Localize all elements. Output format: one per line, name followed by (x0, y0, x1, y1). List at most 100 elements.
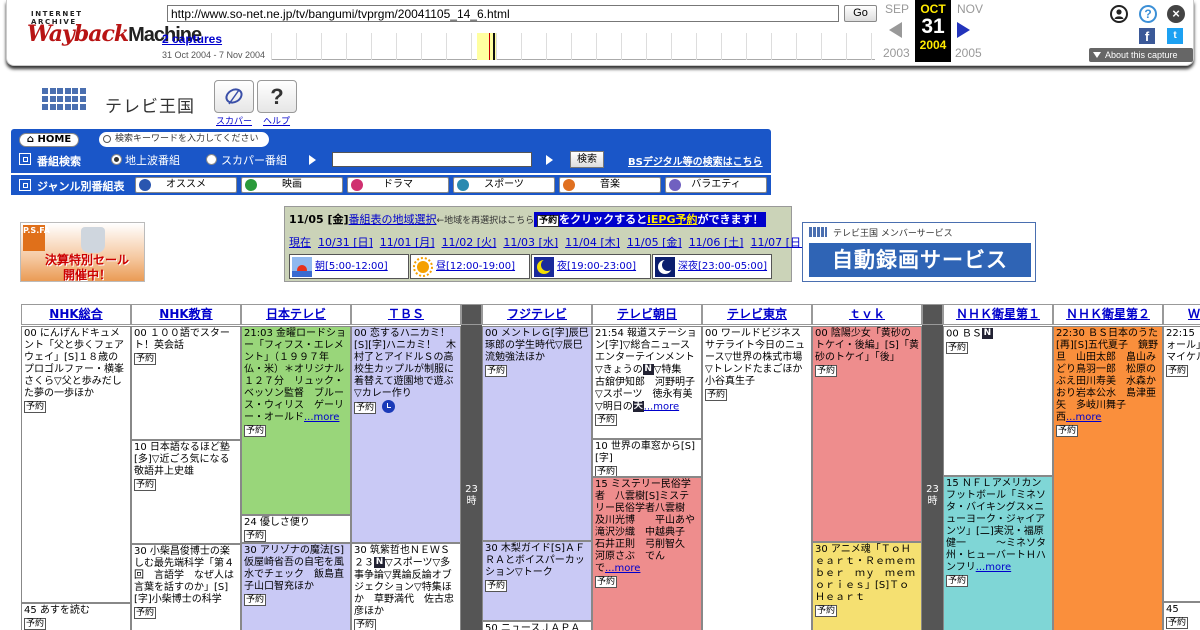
program-cell[interactable]: 30 アリゾナの魔法[S]仮屋崎省吾の自宅を風水でチェック 飯島直子山口智充ほか… (241, 543, 351, 630)
yoyaku-button[interactable]: 予約 (1166, 617, 1189, 629)
day-link[interactable]: 11/02 [火] (442, 236, 497, 249)
program-cell[interactable]: 30 小柴昌俊博士の楽しむ最先端科学「第４回 言語学 なぜ人は言葉を話すのか」[… (131, 544, 241, 630)
channel-link[interactable]: ＮＨＫ衛星第２ (1066, 307, 1150, 321)
yoyaku-button[interactable]: 予約 (244, 594, 267, 606)
genre-button-sports[interactable]: スポーツ (453, 177, 555, 193)
channel-link[interactable]: ＷＯＷＯＷ (1188, 307, 1200, 321)
psfa-sale-banner[interactable]: P.S.FA 決算特別セール 開催中！ (20, 222, 145, 282)
yoyaku-button[interactable]: 予約 (595, 466, 618, 476)
channel-link[interactable]: NHK総合 (49, 307, 102, 321)
channel-link[interactable]: テレビ朝日 (617, 307, 677, 321)
close-icon[interactable]: × (1167, 5, 1185, 23)
yoyaku-button[interactable]: 予約 (595, 414, 618, 426)
program-cell[interactable]: 21:54 報道ステーション[字]▽総合ニュースエンターテインメント ▽きょうの… (592, 326, 702, 439)
program-cell[interactable]: 00 メントレＧ[字]辰巳琢郎の学生時代▽辰巳流勉強法ほか 予約 (482, 326, 592, 541)
more-link[interactable]: ...more (304, 412, 339, 423)
search-button[interactable]: 検索 (570, 151, 604, 168)
yoyaku-button[interactable]: 予約 (485, 365, 508, 377)
bs-search-link[interactable]: BSデジタル等の検索はこちら (628, 153, 763, 168)
day-link[interactable]: 10/31 [日] (318, 236, 373, 249)
channel-link[interactable]: テレビ東京 (727, 307, 787, 321)
user-icon[interactable] (1110, 5, 1128, 23)
about-capture-button[interactable]: About this capture (1089, 48, 1193, 62)
program-cell[interactable]: 24 優しさ便り 予約 (241, 515, 351, 543)
program-cell[interactable]: 30 筑紫哲也ＮＥＷＳ２３ N ▽スポーツ▽多事争論▽異論反論オブジェクション▽特集… (351, 543, 461, 630)
program-cell[interactable]: 15 ＮＦＬアメリカンフットボール「ミネソタ・バイキングス×ニューヨーク・ジャイ… (943, 476, 1053, 630)
program-cell[interactable]: 10 日本語なるほど塾[多]▽近ごろ気になる敬語井上史雄 予約 (131, 440, 241, 544)
auto-record-banner[interactable]: テレビ王国 メンバーサービス 自動録画サービス (802, 222, 1036, 282)
time-slot[interactable]: 朝[5:00-12:00] (289, 254, 409, 279)
program-cell[interactable]: 22:30 ＢＳ日本のうた[再][S]五代夏子 鏡野旦 山田太郎 畠山みどり鳥羽… (1053, 326, 1163, 630)
program-cell[interactable]: 45 予約 (1163, 602, 1200, 630)
program-cell[interactable]: 00 恋するハニカミ！[S][字]ハニカミ！ 木村了とアイドルＳの高校生カップル… (351, 326, 461, 543)
time-slot[interactable]: 昼[12:00-19:00] (410, 254, 530, 279)
program-cell[interactable]: 21:03 金曜ロードショー「フィフス・エレメント」（１９９７年仏・米）＊オリジ… (241, 326, 351, 515)
channel-link[interactable]: ｔｖｋ (849, 307, 885, 321)
day-link[interactable]: 現在 (289, 236, 311, 249)
genre-button-movie[interactable]: 映画 (241, 177, 343, 193)
channel-link[interactable]: NHK教育 (159, 307, 212, 321)
yoyaku-button[interactable]: 予約 (815, 605, 838, 617)
program-cell[interactable]: 00 陰陽少女「黄砂のトケイ・後編」[S]「黄砂のトケイ」「後」 予約 (812, 326, 922, 542)
next-year[interactable]: 2005 (955, 46, 982, 60)
tv-oukoku-logo-icon[interactable] (42, 88, 88, 114)
twitter-icon[interactable]: t (1167, 28, 1183, 44)
yoyaku-button[interactable]: 予約 (134, 479, 157, 491)
more-link[interactable]: ...more (644, 401, 679, 412)
program-cell[interactable]: 50 ニュースＪＡＰＡＮ予約 (482, 621, 592, 630)
genre-button-music[interactable]: 音楽 (559, 177, 661, 193)
prev-arrow-icon[interactable] (889, 22, 902, 38)
day-link[interactable]: 11/01 [月] (380, 236, 435, 249)
more-link[interactable]: ...more (976, 562, 1011, 573)
yoyaku-button[interactable]: 予約 (244, 425, 267, 437)
skapa-label[interactable]: スカパー (216, 114, 252, 127)
region-select-link[interactable]: 番組表の地域選択 (349, 213, 437, 226)
yoyaku-button[interactable]: 予約 (1166, 365, 1189, 377)
yoyaku-button[interactable]: 予約 (815, 365, 838, 377)
channel-link[interactable]: ＮＨＫ衛星第１ (956, 307, 1040, 321)
more-link[interactable]: ...more (605, 563, 640, 574)
day-link[interactable]: 11/06 [土] (689, 236, 744, 249)
program-cell[interactable]: 30 アニメ魂「ＴｏＨｅａｒｔ・Ｒｅｍｅｍｂｅｒ ｍｙ ｍｅｍｏｒｉｅｓ」[S]… (812, 542, 922, 630)
time-slot[interactable]: 深夜[23:00-05:00] (652, 254, 772, 279)
yoyaku-button[interactable]: 予約 (705, 389, 728, 401)
program-cell[interactable]: 10 世界の車窓から[S][字] 予約 (592, 439, 702, 477)
radio-terrestrial[interactable] (111, 154, 122, 165)
captures-link[interactable]: 2 captures (162, 32, 222, 46)
yoyaku-button[interactable]: 予約 (595, 576, 618, 588)
skapa-button[interactable] (214, 80, 254, 113)
next-arrow-icon[interactable] (957, 22, 970, 38)
yoyaku-button[interactable]: 予約 (946, 575, 969, 587)
go-button[interactable]: Go (844, 5, 877, 22)
site-title[interactable]: テレビ王国 (105, 92, 195, 117)
yoyaku-button[interactable]: 予約 (134, 353, 157, 365)
genre-button-recommend[interactable]: オススメ (135, 177, 237, 193)
program-cell[interactable]: 15 ミステリー民俗学者 八雲樹[S]ミステリー民俗学者八雲樹 及川光博 平山あ… (592, 477, 702, 630)
yoyaku-button[interactable]: 予約 (485, 580, 508, 592)
program-cell[interactable]: 30 木梨ガイド[S]ＡＦＲＡとボイスパーカッション▽トーク 予約 (482, 541, 592, 621)
day-link[interactable]: 11/07 [日] (750, 236, 805, 249)
next-month[interactable]: NOV (957, 2, 983, 16)
yoyaku-button[interactable]: 予約 (134, 607, 157, 619)
time-slot-link[interactable]: 深夜[23:00-05:00] (678, 255, 767, 278)
help-icon[interactable]: ? (1139, 5, 1157, 23)
yoyaku-button[interactable]: 予約 (24, 618, 47, 630)
home-button[interactable]: ⌂ HOME (19, 133, 79, 147)
yoyaku-button[interactable]: 予約 (1056, 425, 1079, 437)
yoyaku-button[interactable]: 予約 (354, 618, 377, 630)
radio-skapa[interactable] (206, 154, 217, 165)
capture-sparkline[interactable] (271, 33, 875, 60)
yoyaku-button[interactable]: 予約 (946, 341, 969, 354)
program-cell[interactable]: 00 １００語でスタート！英会話 予約 (131, 326, 241, 440)
help-label[interactable]: ヘルプ (263, 114, 290, 127)
time-slot-link[interactable]: 朝[5:00-12:00] (315, 255, 388, 278)
facebook-icon[interactable]: f (1139, 28, 1155, 44)
day-link[interactable]: 11/03 [水] (503, 236, 558, 249)
channel-link[interactable]: ＴＢＳ (388, 307, 424, 321)
time-slot-link[interactable]: 夜[19:00-23:00] (557, 255, 636, 278)
search-input[interactable] (332, 152, 532, 167)
genre-button-drama[interactable]: ドラマ (347, 177, 449, 193)
program-cell[interactable]: 00 にんげんドキュメント「父と歩くフェアウェイ」[S]１８歳のプロゴルファー・… (21, 326, 131, 603)
url-input[interactable]: http://www.so-net.ne.jp/tv/bangumi/tvprg… (167, 5, 839, 22)
channel-link[interactable]: フジテレビ (507, 307, 567, 321)
